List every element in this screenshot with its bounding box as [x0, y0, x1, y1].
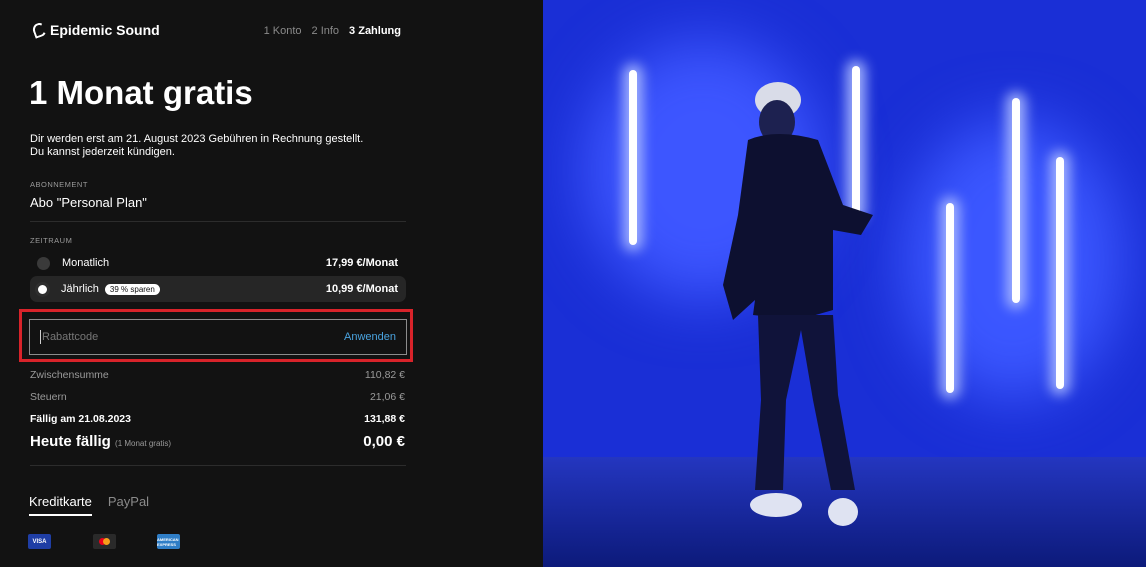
mastercard-icon: [93, 534, 116, 549]
due-today-label: Heute fällig: [30, 433, 111, 450]
visa-icon: VISA: [28, 534, 51, 549]
coupon-field: Anwenden: [29, 319, 407, 355]
coupon-input[interactable]: [40, 330, 324, 344]
due-date-row: Fällig am 21.08.2023 131,88 €: [30, 413, 405, 425]
hero-photo: [543, 0, 1146, 567]
brand-name: Epidemic Sound: [50, 22, 160, 38]
person-silhouette: [723, 82, 873, 526]
checkout-panel: Epidemic Sound 1 Konto 2 Info 3 Zahlung …: [0, 0, 543, 567]
price-monthly: 17,99 €/Monat: [325, 257, 398, 269]
subscription-label: ABONNEMENT: [30, 180, 88, 189]
due-date-label: Fällig am 21.08.2023: [30, 413, 131, 425]
subtotal-value: 110,82 €: [364, 369, 405, 381]
billing-notice-line-1: Dir werden erst am 21. August 2023 Gebüh…: [30, 133, 364, 145]
tab-credit-card[interactable]: Kreditkarte: [29, 494, 92, 516]
due-today-label-group: Heute fällig (1 Monat gratis): [30, 433, 171, 450]
option-label-yearly: Jährlich: [61, 283, 99, 295]
tab-paypal[interactable]: PayPal: [108, 494, 149, 516]
divider: [30, 221, 406, 222]
amex-icon: AMERICAN EXPRESS: [157, 534, 180, 549]
period-label: ZEITRAUM: [30, 236, 73, 245]
epidemic-sound-logo-icon: [30, 21, 49, 39]
divider: [30, 465, 406, 466]
payment-method-tabs: Kreditkarte PayPal: [29, 494, 149, 516]
subscription-plan: Abo "Personal Plan": [30, 195, 147, 210]
savings-badge: 39 % sparen: [104, 283, 160, 295]
tax-row: Steuern 21,06 €: [30, 391, 405, 403]
apply-coupon-button[interactable]: Anwenden: [344, 331, 396, 343]
step-payment: 3 Zahlung: [349, 25, 401, 37]
step-info[interactable]: 2 Info: [312, 25, 340, 37]
checkout-page: Epidemic Sound 1 Konto 2 Info 3 Zahlung …: [0, 0, 1146, 567]
tax-label: Steuern: [30, 391, 67, 403]
page-title: 1 Monat gratis: [29, 74, 253, 111]
billing-notice-line-2: Du kannst jederzeit kündigen.: [30, 146, 175, 158]
period-option-monthly[interactable]: Monatlich 17,99 €/Monat: [30, 250, 406, 276]
period-option-yearly[interactable]: Jährlich 39 % sparen 10,99 €/Monat: [30, 276, 406, 302]
due-today-value: 0,00 €: [363, 433, 405, 450]
brand-logo[interactable]: Epidemic Sound: [30, 21, 160, 39]
due-today-row: Heute fällig (1 Monat gratis) 0,00 €: [30, 433, 405, 450]
billing-notice: Dir werden erst am 21. August 2023 Gebüh…: [30, 133, 363, 159]
radio-yearly[interactable]: [35, 281, 50, 297]
option-label-monthly: Monatlich: [62, 257, 110, 269]
subtotal-label: Zwischensumme: [30, 369, 109, 381]
checkout-steps: 1 Konto 2 Info 3 Zahlung: [264, 25, 401, 37]
price-yearly: 10,99 €/Monat: [325, 283, 398, 295]
radio-monthly[interactable]: [37, 256, 50, 270]
due-date-value: 131,88 €: [364, 413, 405, 425]
subtotal-row: Zwischensumme 110,82 €: [30, 369, 405, 381]
step-account[interactable]: 1 Konto: [264, 25, 302, 37]
tax-value: 21,06 €: [369, 391, 405, 403]
due-today-note: (1 Monat gratis): [115, 439, 172, 448]
